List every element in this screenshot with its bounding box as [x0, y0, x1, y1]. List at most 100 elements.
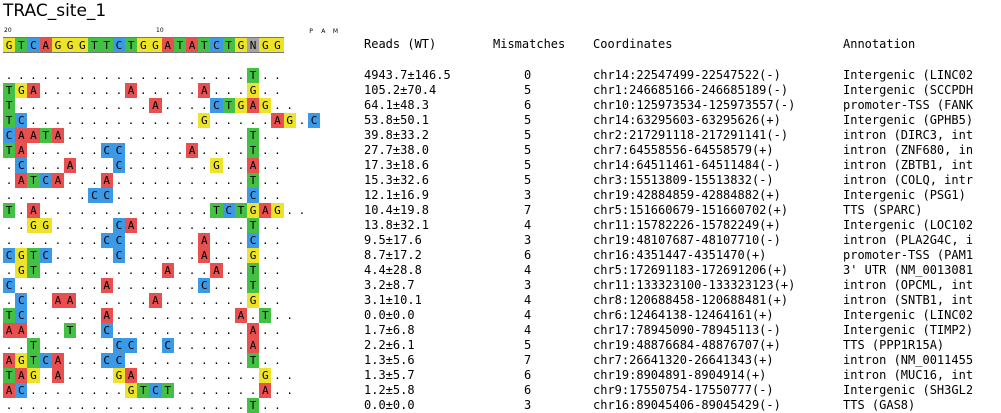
mismatch-base: A [51, 128, 64, 143]
mismatches-value: 5 [524, 143, 532, 157]
match-dot: . [15, 98, 28, 113]
match-dot: . [64, 68, 77, 83]
annotation-value: Intergenic (LINC02 [843, 308, 974, 322]
match-dot: . [27, 158, 40, 173]
mismatch-base: C [39, 248, 52, 263]
mismatch-base: A [247, 98, 260, 113]
match-dot: . [64, 233, 77, 248]
match-dot: . [88, 158, 101, 173]
match-dot: . [64, 383, 77, 398]
match-dot: . [64, 188, 77, 203]
reads-value: 3.2±8.7 [364, 278, 415, 292]
mismatch-base: A [100, 278, 113, 293]
match-dot: . [137, 98, 150, 113]
mismatch-base: T [3, 308, 16, 323]
match-dot: . [295, 113, 308, 128]
match-dot: . [210, 218, 223, 233]
mismatch-base: G [271, 203, 284, 218]
reads-value: 27.7±38.0 [364, 143, 430, 157]
mismatch-base: G [247, 293, 260, 308]
match-dot: . [149, 263, 162, 278]
match-dot: . [259, 233, 272, 248]
match-dot: . [88, 128, 101, 143]
mismatch-base: G [112, 368, 125, 383]
match-dot: . [51, 233, 64, 248]
match-dot: . [186, 263, 199, 278]
match-dot: . [234, 278, 247, 293]
match-dot: . [198, 173, 211, 188]
match-dot: . [3, 293, 16, 308]
match-dot: . [88, 398, 101, 413]
mismatch-base: G [247, 203, 260, 218]
match-dot: . [161, 233, 174, 248]
match-dot: . [161, 398, 174, 413]
match-dot: . [186, 68, 199, 83]
mismatch-base: C [100, 143, 113, 158]
match-dot: . [76, 143, 89, 158]
match-dot: . [100, 398, 113, 413]
match-dot: . [39, 203, 52, 218]
match-dot: . [51, 83, 64, 98]
reads-column-header: Reads (WT) [364, 37, 437, 51]
annotation-value: intron (MUC16, int [843, 368, 974, 382]
match-dot: . [39, 68, 52, 83]
match-dot: . [149, 248, 162, 263]
match-dot: . [186, 323, 199, 338]
match-dot: . [149, 323, 162, 338]
match-dot: . [283, 308, 296, 323]
mismatches-value: 6 [524, 383, 532, 397]
match-dot: . [39, 338, 52, 353]
mismatch-base: A [51, 353, 64, 368]
match-dot: . [112, 323, 125, 338]
mismatch-base: A [125, 368, 138, 383]
match-dot: . [259, 68, 272, 83]
mismatch-base: C [88, 188, 101, 203]
match-dot: . [88, 263, 101, 278]
match-dot: . [100, 98, 113, 113]
match-dot: . [125, 248, 138, 263]
match-dot: . [88, 203, 101, 218]
match-dot: . [161, 368, 174, 383]
reference-base: T [125, 37, 138, 53]
mismatch-base: T [247, 68, 260, 83]
match-dot: . [64, 248, 77, 263]
match-dot: . [234, 173, 247, 188]
match-dot: . [112, 263, 125, 278]
mismatch-base: A [3, 353, 16, 368]
mismatch-base: A [51, 368, 64, 383]
mismatch-base: A [15, 368, 28, 383]
match-dot: . [100, 383, 113, 398]
match-dot: . [112, 293, 125, 308]
reads-value: 1.3±5.6 [364, 353, 415, 367]
mismatch-base: G [198, 113, 211, 128]
mismatches-value: 7 [524, 203, 532, 217]
annotation-value: TTS (PPP1R15A) [843, 338, 945, 352]
mismatch-base: C [112, 233, 125, 248]
mismatch-base: C [247, 188, 260, 203]
match-dot: . [100, 293, 113, 308]
match-dot: . [271, 128, 284, 143]
match-dot: . [125, 293, 138, 308]
annotation-value: Intergenic (SCCPDH [843, 83, 974, 97]
mismatch-base: A [100, 173, 113, 188]
reference-base: G [76, 37, 89, 53]
mismatch-base: G [247, 83, 260, 98]
match-dot: . [186, 98, 199, 113]
mismatch-base: A [149, 293, 162, 308]
match-dot: . [64, 278, 77, 293]
match-dot: . [137, 203, 150, 218]
match-dot: . [27, 323, 40, 338]
match-dot: . [125, 128, 138, 143]
match-dot: . [259, 263, 272, 278]
match-dot: . [100, 338, 113, 353]
offtarget-table: TRAC_site_1 20 10 P A M GTCAGGGTTCTGGATA… [0, 0, 1001, 413]
match-dot: . [39, 83, 52, 98]
reference-base: T [15, 37, 28, 53]
match-dot: . [271, 233, 284, 248]
match-dot: . [210, 293, 223, 308]
match-dot: . [186, 293, 199, 308]
match-dot: . [27, 278, 40, 293]
match-dot: . [271, 173, 284, 188]
match-dot: . [210, 338, 223, 353]
mismatch-base: C [15, 158, 28, 173]
